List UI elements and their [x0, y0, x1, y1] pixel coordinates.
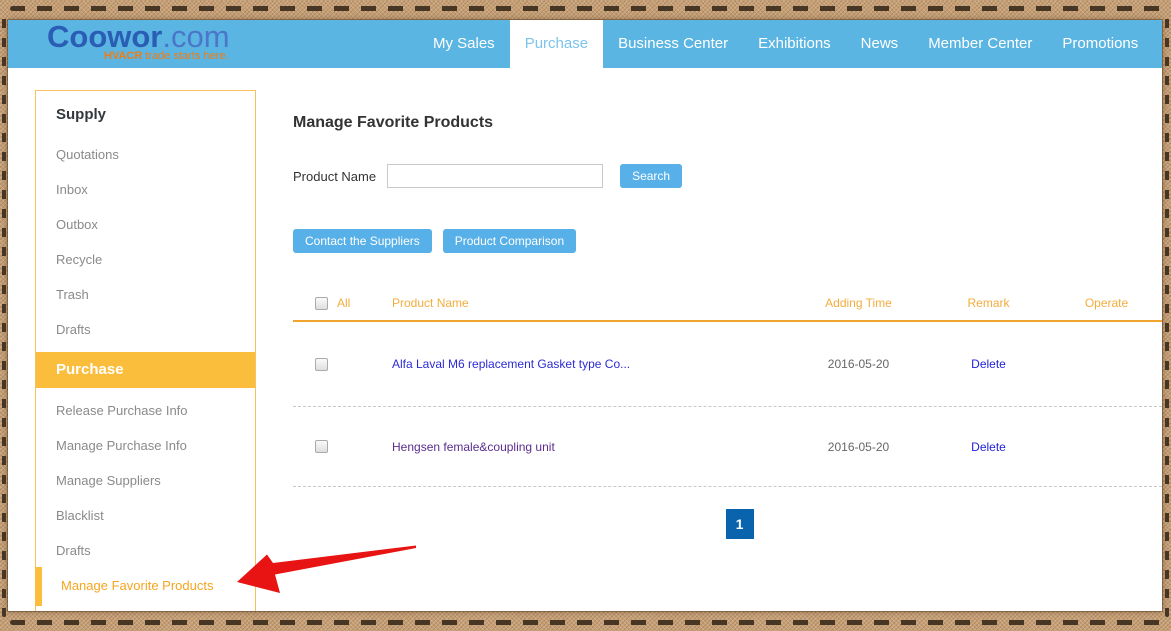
- row-checkbox[interactable]: [315, 358, 328, 371]
- frame-stitch-top: [10, 6, 1161, 11]
- sidebar-item-manage-favorite-products[interactable]: Manage Favorite Products: [36, 568, 255, 603]
- header-operate: Operate: [1051, 296, 1162, 310]
- sidebar-purchase-items: Release Purchase Info Manage Purchase In…: [36, 388, 255, 603]
- delete-link[interactable]: Delete: [971, 357, 1006, 371]
- sidebar-section-purchase[interactable]: Purchase: [36, 352, 255, 388]
- select-all-label: All: [337, 296, 350, 310]
- search-button[interactable]: Search: [620, 164, 682, 188]
- frame-stitch-right: [1165, 14, 1169, 617]
- tab-my-sales[interactable]: My Sales: [418, 20, 510, 68]
- sidebar-item-trash[interactable]: Trash: [36, 277, 255, 312]
- main-panel: Manage Favorite Products Product Name Se…: [293, 68, 1162, 611]
- sidebar-item-recycle[interactable]: Recycle: [36, 242, 255, 277]
- sidebar-item-drafts-supply[interactable]: Drafts: [36, 312, 255, 347]
- brand-name: Coowor: [47, 20, 162, 54]
- contact-suppliers-button[interactable]: Contact the Suppliers: [293, 229, 432, 253]
- product-search-form: Product Name Search: [293, 163, 682, 189]
- adding-time-value: 2016-05-20: [791, 440, 926, 454]
- page-title: Manage Favorite Products: [293, 114, 493, 132]
- product-comparison-button[interactable]: Product Comparison: [443, 229, 576, 253]
- adding-time-value: 2016-05-20: [791, 357, 926, 371]
- sidebar-item-inbox[interactable]: Inbox: [36, 172, 255, 207]
- brand-logo-text: Coowor.com: [47, 21, 418, 52]
- sidebar-item-quotations[interactable]: Quotations: [36, 137, 255, 172]
- frame-stitch-bottom: [10, 620, 1161, 625]
- select-all-cell: All: [293, 296, 392, 310]
- sidebar-supply-items: Quotations Inbox Outbox Recycle Trash Dr…: [36, 132, 255, 347]
- tab-promotions[interactable]: Promotions: [1047, 20, 1153, 68]
- page-number-button[interactable]: 1: [726, 509, 754, 539]
- pagination: 1: [305, 509, 1162, 539]
- decorative-frame: Coowor.com HVACR trade starts here. My S…: [0, 0, 1171, 631]
- select-all-checkbox[interactable]: [315, 297, 328, 310]
- sidebar-item-release-purchase-info[interactable]: Release Purchase Info: [36, 393, 255, 428]
- header-product-name: Product Name: [392, 296, 791, 310]
- bulk-actions: Contact the Suppliers Product Comparison: [293, 229, 587, 253]
- sidebar-section-supply: Supply: [36, 91, 255, 132]
- frame-stitch-left: [2, 14, 6, 617]
- product-link[interactable]: Hengsen female&coupling unit: [392, 440, 555, 454]
- sidebar-item-blacklist[interactable]: Blacklist: [36, 498, 255, 533]
- sidebar-item-manage-purchase-info[interactable]: Manage Purchase Info: [36, 428, 255, 463]
- tab-news[interactable]: News: [846, 20, 914, 68]
- table-row: Hengsen female&coupling unit 2016-05-20 …: [293, 407, 1162, 487]
- product-name-label: Product Name: [293, 169, 376, 184]
- table-row: Alfa Laval M6 replacement Gasket type Co…: [293, 322, 1162, 407]
- page-body: Supply Quotations Inbox Outbox Recycle T…: [8, 68, 1162, 611]
- product-name-input[interactable]: [387, 164, 603, 188]
- table-header-row: All Product Name Adding Time Remark Oper…: [293, 286, 1162, 322]
- sidebar-item-manage-suppliers[interactable]: Manage Suppliers: [36, 463, 255, 498]
- delete-link[interactable]: Delete: [971, 440, 1006, 454]
- tab-member-center[interactable]: Member Center: [913, 20, 1047, 68]
- brand-suffix: .com: [162, 20, 229, 54]
- top-navigation-bar: Coowor.com HVACR trade starts here. My S…: [8, 20, 1162, 68]
- tab-exhibitions[interactable]: Exhibitions: [743, 20, 846, 68]
- row-select-cell: [293, 440, 392, 453]
- nav-tabs: My Sales Purchase Business Center Exhibi…: [418, 20, 1153, 68]
- row-checkbox[interactable]: [315, 440, 328, 453]
- row-select-cell: [293, 358, 392, 371]
- tab-business-center[interactable]: Business Center: [603, 20, 743, 68]
- sidebar: Supply Quotations Inbox Outbox Recycle T…: [35, 90, 256, 611]
- header-adding-time: Adding Time: [791, 296, 926, 310]
- sidebar-item-outbox[interactable]: Outbox: [36, 207, 255, 242]
- favorite-products-table: All Product Name Adding Time Remark Oper…: [293, 286, 1162, 487]
- tab-purchase[interactable]: Purchase: [510, 20, 603, 68]
- product-link[interactable]: Alfa Laval M6 replacement Gasket type Co…: [392, 357, 630, 371]
- brand-tagline: HVACR trade starts here.: [104, 50, 418, 62]
- brand-tagline-rest: trade starts here.: [142, 50, 228, 62]
- brand-tagline-bold: HVACR: [104, 50, 142, 62]
- brand-logo[interactable]: Coowor.com HVACR trade starts here.: [8, 20, 418, 68]
- sidebar-item-drafts-purchase[interactable]: Drafts: [36, 533, 255, 568]
- header-remark: Remark: [926, 296, 1051, 310]
- page-content: Coowor.com HVACR trade starts here. My S…: [8, 20, 1162, 611]
